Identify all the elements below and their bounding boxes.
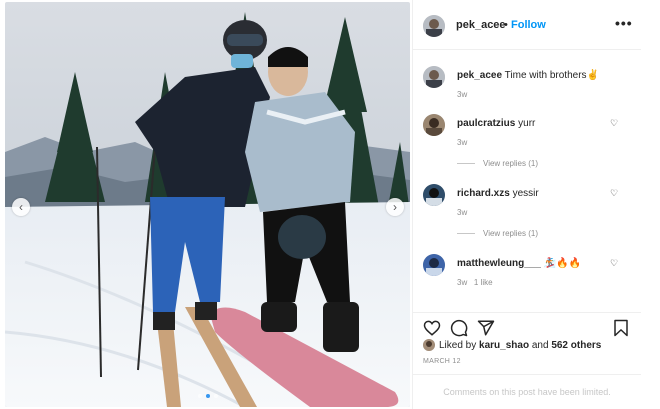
heart-icon[interactable] <box>423 319 441 337</box>
comment-body: Time with brothers✌️ <box>504 70 599 81</box>
comment-meta: 3w 1 like <box>457 278 493 287</box>
comments-limited-notice: Comments on this post have been limited. <box>413 374 641 409</box>
post-side-panel: pek_acee • Follow ••• pek_acee Time with… <box>412 0 641 409</box>
carousel-dot <box>213 394 218 398</box>
previous-slide-button[interactable]: ‹ <box>12 198 30 216</box>
heart-icon[interactable]: ♡ <box>610 188 618 199</box>
view-replies-link[interactable]: View replies (1) <box>457 229 538 238</box>
comment-body: 🏂🔥🔥 <box>543 258 582 269</box>
comment-body: yurr <box>518 118 536 129</box>
heart-icon[interactable]: ♡ <box>610 118 618 129</box>
post-author-username[interactable]: pek_acee <box>456 19 506 31</box>
comment-username[interactable]: pek_acee <box>457 70 502 81</box>
comment-body: yessir <box>512 188 539 199</box>
view-replies-link[interactable]: View replies (1) <box>457 159 538 168</box>
dot-separator: • <box>504 19 508 31</box>
comment-icon[interactable] <box>450 319 468 337</box>
avatar[interactable] <box>423 114 445 136</box>
avatar[interactable] <box>423 184 445 206</box>
comment-time: 3w <box>457 278 468 287</box>
post-header: pek_acee • Follow ••• <box>413 0 641 50</box>
bookmark-icon[interactable] <box>612 319 630 337</box>
ski-photo-illustration <box>5 2 410 407</box>
liked-by-user[interactable]: karu_shao <box>479 340 529 351</box>
post-actions-bar <box>413 312 641 342</box>
more-options-icon[interactable]: ••• <box>615 15 633 31</box>
comment-time: 3w <box>457 208 468 217</box>
comment-username[interactable]: matthewleung___ <box>457 258 541 269</box>
carousel-dot <box>197 394 202 398</box>
avatar[interactable] <box>423 254 445 276</box>
avatar[interactable] <box>423 66 445 88</box>
next-slide-button[interactable]: › <box>386 198 404 216</box>
comment-username[interactable]: paulcratzius <box>457 118 515 129</box>
follow-button[interactable]: Follow <box>511 19 546 31</box>
comment-text: matthewleung___ 🏂🔥🔥 <box>457 258 581 269</box>
avatar[interactable] <box>423 15 445 37</box>
heart-icon[interactable]: ♡ <box>610 258 618 269</box>
carousel-dots <box>5 394 410 398</box>
likes-text: Liked by karu_shao and 562 others <box>439 340 602 351</box>
comment-text: pek_acee Time with brothers✌️ <box>457 70 599 81</box>
comment-text: paulcratzius yurr <box>457 118 535 129</box>
post-photo[interactable]: ‹ › <box>5 2 410 407</box>
carousel-dot-active <box>205 394 210 398</box>
avatar[interactable] <box>423 339 435 351</box>
post-date[interactable]: MARCH 12 <box>423 358 461 365</box>
comment-time: 3w <box>457 90 468 99</box>
comment-text: richard.xzs yessir <box>457 188 539 199</box>
comments-list[interactable]: pek_acee Time with brothers✌️ 3w paulcra… <box>413 52 641 310</box>
share-icon[interactable] <box>477 319 495 337</box>
comment-likes-count[interactable]: 1 like <box>474 278 493 287</box>
comment-time: 3w <box>457 138 468 147</box>
likes-count[interactable]: 562 others <box>551 340 601 351</box>
comment-username[interactable]: richard.xzs <box>457 188 510 199</box>
